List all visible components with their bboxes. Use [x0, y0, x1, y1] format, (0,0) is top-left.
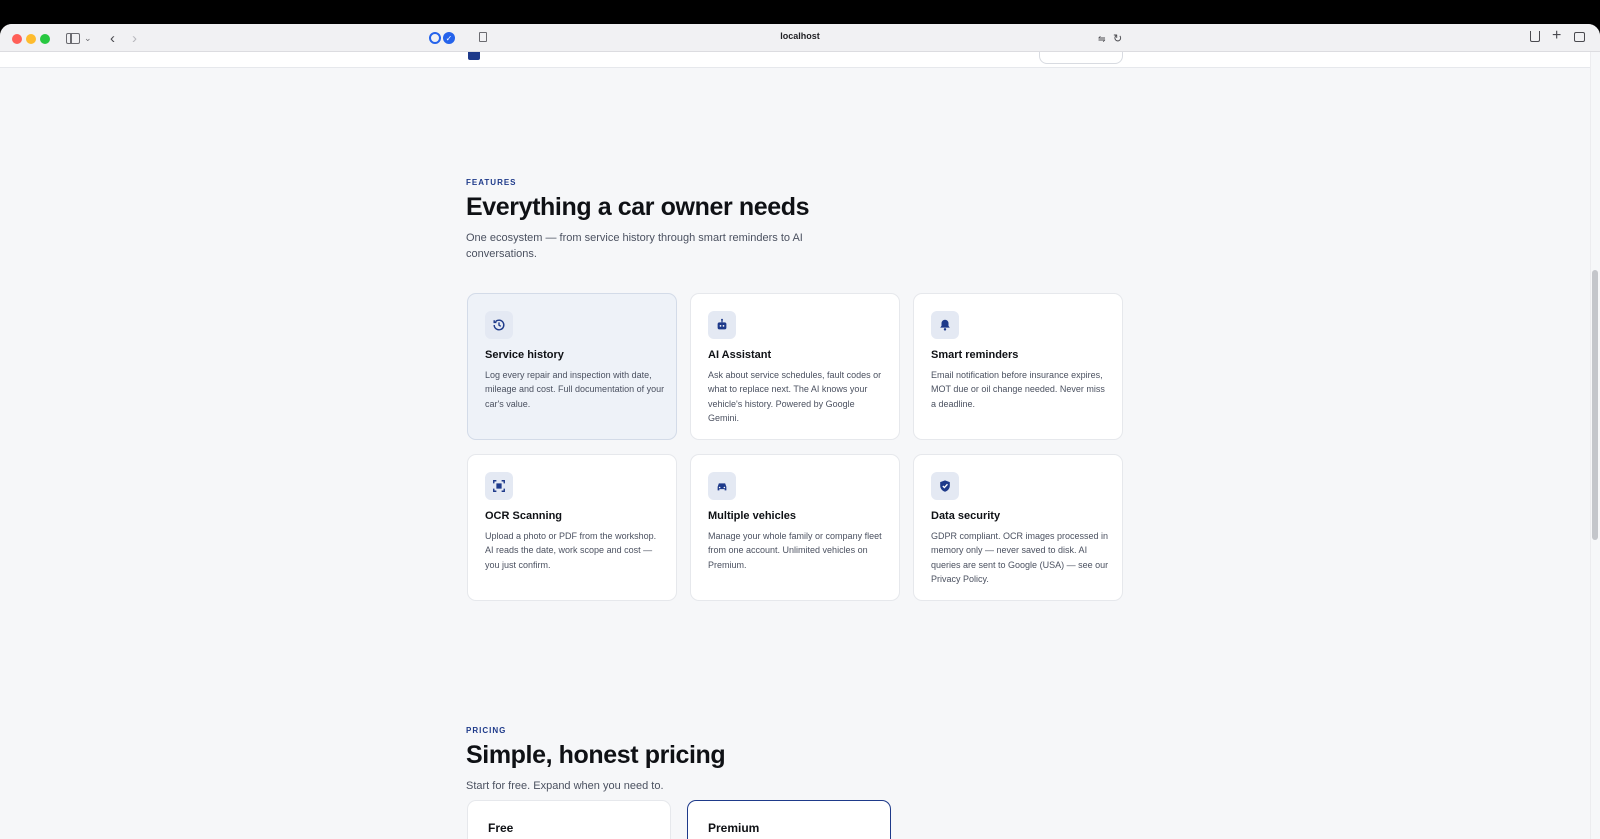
feature-card-description: Ask about service schedules, fault codes… — [708, 370, 882, 423]
site-header — [0, 52, 1590, 68]
feature-card-description: Manage your whole family or company flee… — [708, 531, 882, 570]
feature-card-title: AI Assistant — [708, 349, 772, 361]
reader-icon[interactable] — [479, 32, 487, 42]
extension-check-icon[interactable]: ✓ — [443, 32, 455, 44]
scrollbar-thumb[interactable] — [1592, 270, 1598, 540]
browser-toolbar: ⌄ ‹ › ✓ localhost ⇋ ↻ + — [0, 24, 1600, 52]
feature-card-title: OCR Scanning — [485, 510, 563, 522]
pricing-subtitle: Start for free. Expand when you need to. — [466, 780, 664, 792]
logo-icon[interactable] — [468, 52, 480, 60]
feature-card[interactable]: AI Assistant Ask about service schedules,… — [690, 293, 900, 440]
header-cta-button[interactable] — [1039, 52, 1123, 64]
feature-card-title: Smart reminders — [931, 349, 1019, 361]
scrollbar[interactable] — [1590, 52, 1600, 839]
feature-card-description: Log every repair and inspection with dat… — [485, 370, 665, 409]
features-subtitle: One ecosystem — from service history thr… — [466, 232, 803, 260]
scan-icon — [485, 472, 513, 500]
plan-card-free[interactable]: Free — [467, 800, 671, 839]
shield-icon — [931, 472, 959, 500]
bell-icon — [931, 311, 959, 339]
chevron-down-icon[interactable]: ⌄ — [84, 30, 92, 46]
tab-overview-icon[interactable] — [1574, 32, 1585, 42]
sidebar-toggle-icon[interactable] — [66, 33, 80, 44]
minimize-window-button[interactable] — [26, 34, 36, 44]
zoom-window-button[interactable] — [40, 34, 50, 44]
new-tab-icon[interactable]: + — [1552, 27, 1561, 44]
reload-icon[interactable]: ↻ — [1113, 30, 1122, 46]
plan-name: Premium — [708, 821, 760, 835]
features-eyebrow: FEATURES — [466, 178, 517, 187]
share-icon[interactable] — [1530, 31, 1540, 42]
plan-name: Free — [488, 821, 514, 835]
feature-card-description: Upload a photo or PDF from the workshop.… — [485, 531, 657, 570]
history-icon — [485, 311, 513, 339]
car-icon — [708, 472, 736, 500]
plan-card-premium[interactable]: Premium — [687, 800, 891, 839]
page-content: FEATURES Everything a car owner needs On… — [0, 52, 1600, 839]
robot-icon — [708, 311, 736, 339]
browser-window: ⌄ ‹ › ✓ localhost ⇋ ↻ + FEATURES Everyth… — [0, 24, 1600, 839]
extension-target-icon[interactable] — [429, 32, 441, 44]
close-window-button[interactable] — [12, 34, 22, 44]
pricing-title: Simple, honest pricing — [466, 741, 726, 769]
feature-card-title: Service history — [485, 349, 564, 361]
feature-card[interactable]: OCR Scanning Upload a photo or PDF from t… — [467, 454, 677, 601]
back-icon[interactable]: ‹ — [110, 30, 115, 47]
feature-card[interactable]: Service history Log every repair and insp… — [467, 293, 677, 440]
feature-card[interactable]: Smart reminders Email notification before… — [913, 293, 1123, 440]
feature-card[interactable]: Multiple vehicles Manage your whole famil… — [690, 454, 900, 601]
feature-card-description: Email notification before insurance expi… — [931, 370, 1105, 409]
translate-icon[interactable]: ⇋ — [1098, 31, 1106, 47]
feature-card-title: Multiple vehicles — [708, 510, 797, 522]
address-bar[interactable]: localhost — [700, 31, 900, 41]
feature-card[interactable]: Data security GDPR compliant. OCR images … — [913, 454, 1123, 601]
features-title: Everything a car owner needs — [466, 193, 810, 221]
feature-card-title: Data security — [931, 510, 1001, 522]
feature-card-description: GDPR compliant. OCR images processed in … — [931, 531, 1109, 584]
forward-icon[interactable]: › — [132, 30, 137, 47]
pricing-eyebrow: PRICING — [466, 726, 507, 735]
